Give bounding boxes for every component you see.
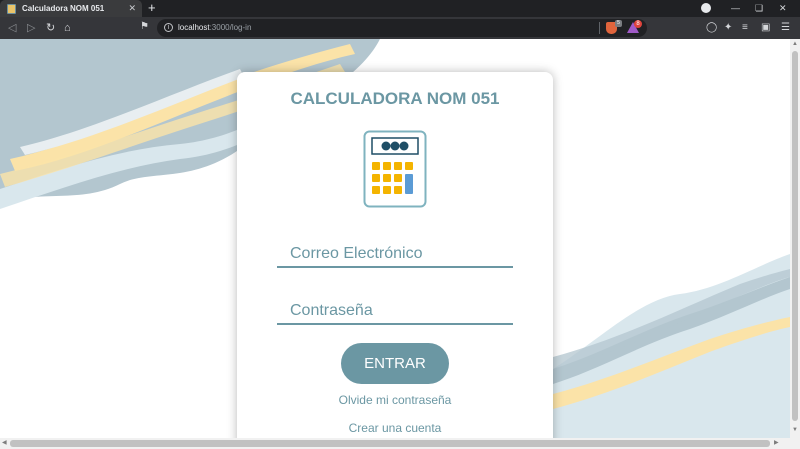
reload-icon[interactable]: ↻ <box>46 21 55 35</box>
browser-tab[interactable]: Calculadora NOM 051 ✕ <box>0 0 142 17</box>
back-arrow-icon[interactable]: ◁ <box>8 21 16 35</box>
menu-icon[interactable]: ☰ <box>781 21 790 34</box>
restore-icon[interactable]: ❏ <box>755 2 763 14</box>
bookmark-icon[interactable]: ⚑ <box>140 21 149 32</box>
extensions-icon[interactable]: ✦ <box>724 21 732 34</box>
password-input[interactable] <box>277 299 513 323</box>
home-icon[interactable]: ⌂ <box>64 21 71 35</box>
calculator-icon <box>363 130 427 208</box>
rewards-count-badge: 8 <box>634 20 642 28</box>
minimize-icon[interactable]: — <box>731 2 740 14</box>
login-card: CALCULADORA NOM 051 ENTRAR Olvide mi con… <box>237 72 553 438</box>
page-title: CALCULADORA NOM 051 <box>290 89 500 108</box>
new-tab-button[interactable]: + <box>148 1 156 15</box>
scroll-right-icon[interactable]: ▶ <box>774 440 779 447</box>
wallet-icon[interactable]: ▣ <box>761 21 770 34</box>
login-button[interactable]: ENTRAR <box>341 343 449 384</box>
email-field[interactable] <box>277 242 513 268</box>
scroll-up-icon[interactable]: ▲ <box>792 41 798 48</box>
vertical-scrollbar[interactable]: ▲ ▼ <box>790 39 800 438</box>
browser-toolbar: ◁ ▷ ↻ ⌂ ⚑ i localhost:3000/log-in 5 8 ◯ … <box>0 17 800 39</box>
horizontal-scrollbar[interactable]: ◀ ▶ <box>0 438 800 449</box>
url-text[interactable]: localhost:3000/log-in <box>178 23 251 32</box>
calculator-favicon-icon <box>7 3 16 14</box>
playlist-icon[interactable]: ≡ <box>742 21 748 34</box>
shields-count-badge: 5 <box>615 20 622 27</box>
password-field[interactable] <box>277 299 513 325</box>
tab-strip: Calculadora NOM 051 ✕ + — ❏ ✕ <box>0 0 800 17</box>
scroll-down-icon[interactable]: ▼ <box>792 427 798 434</box>
record-icon[interactable] <box>701 3 711 13</box>
tab-title: Calculadora NOM 051 <box>22 4 105 13</box>
address-bar[interactable]: i localhost:3000/log-in 5 8 <box>157 19 647 37</box>
create-account-link[interactable]: Crear una cuenta <box>237 421 553 435</box>
info-icon[interactable]: i <box>164 23 173 32</box>
vertical-scroll-thumb[interactable] <box>792 51 798 421</box>
tab-close-icon[interactable]: ✕ <box>128 3 136 13</box>
scroll-left-icon[interactable]: ◀ <box>2 440 7 447</box>
horizontal-scroll-thumb[interactable] <box>10 440 770 447</box>
forgot-password-link[interactable]: Olvide mi contraseña <box>237 393 553 407</box>
email-input[interactable] <box>277 242 513 266</box>
separator <box>599 22 600 34</box>
window-close-icon[interactable]: ✕ <box>779 2 787 14</box>
vpn-icon[interactable]: ◯ <box>706 21 717 34</box>
page-viewport: CALCULADORA NOM 051 ENTRAR Olvide mi con… <box>0 39 790 438</box>
forward-arrow-icon[interactable]: ▷ <box>27 21 35 35</box>
